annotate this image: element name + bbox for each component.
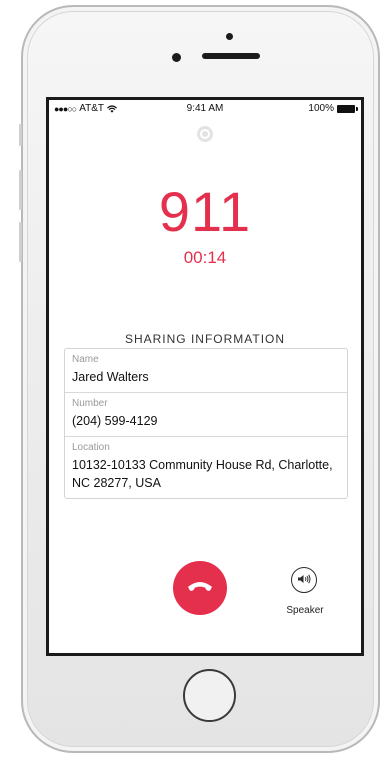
speaker-label[interactable]: Speaker [279, 605, 331, 616]
number-field: Number (204) 599-4129 [65, 393, 347, 437]
name-field: Name Jared Walters [65, 349, 347, 393]
sharing-info-card: Name Jared Walters Number (204) 599-4129… [64, 348, 348, 499]
earpiece [202, 53, 260, 59]
battery-percent: 100% [308, 103, 334, 114]
battery-status: 100% [308, 103, 358, 114]
location-field: Location 10132-10133 Community House Rd,… [65, 437, 347, 498]
field-value: Jared Walters [72, 370, 149, 384]
volume-down-button [19, 222, 22, 262]
end-call-button[interactable] [173, 561, 227, 615]
field-label: Name [72, 354, 99, 365]
sharing-title: SHARING INFORMATION [124, 332, 286, 346]
home-button[interactable] [183, 669, 236, 722]
dialed-number: 911 [158, 180, 252, 243]
field-label: Number [72, 398, 108, 409]
speaker-button[interactable] [291, 567, 317, 593]
phone-hangup-icon [187, 579, 213, 597]
front-camera [172, 53, 181, 62]
field-value: 10132-10133 Community House Rd, Charlott… [72, 458, 333, 490]
field-value: (204) 599-4129 [72, 414, 158, 428]
status-bar: ●●●○○ AT&T 9:41 AM 100% [49, 100, 361, 118]
field-label: Location [72, 442, 110, 453]
app-logo-icon [197, 126, 213, 142]
volume-up-button [19, 170, 22, 210]
phone-screen: ●●●○○ AT&T 9:41 AM 100% 911 00:14 SHARIN… [46, 97, 364, 656]
battery-icon [337, 104, 358, 113]
speaker-icon [297, 571, 311, 589]
proximity-sensor [226, 33, 233, 40]
mute-switch [19, 124, 22, 146]
call-duration: 00:14 [183, 248, 227, 267]
